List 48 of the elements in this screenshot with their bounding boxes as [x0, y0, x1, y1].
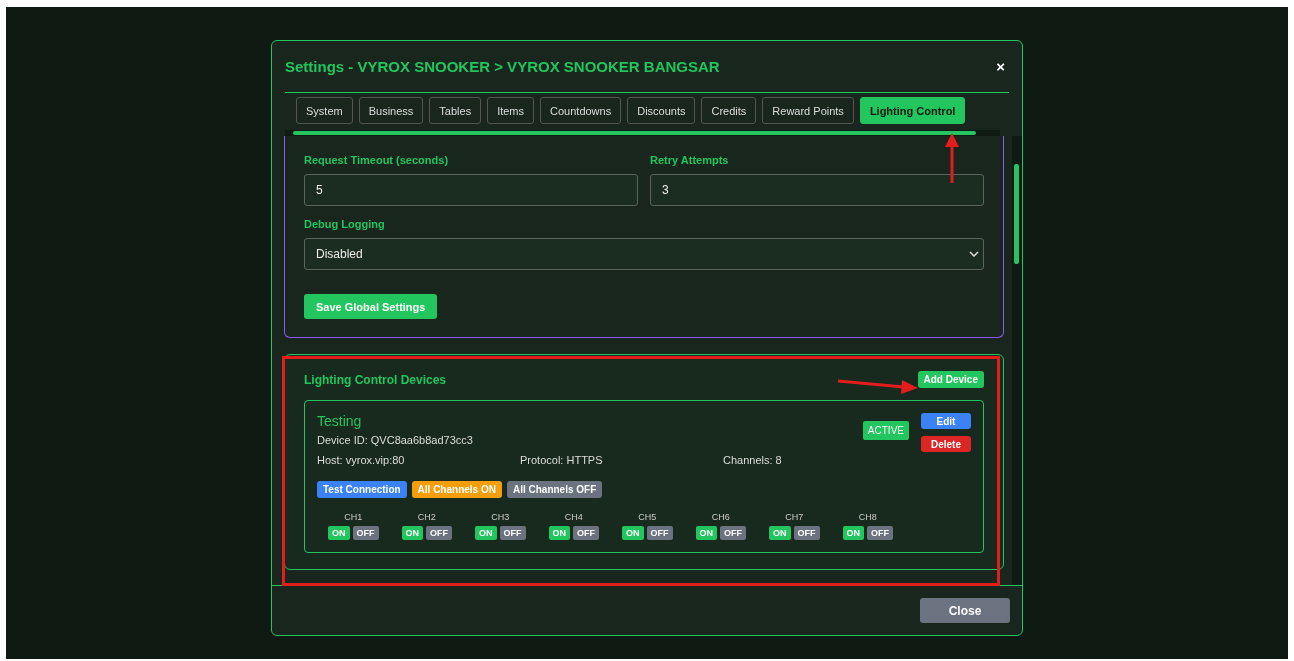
- tab[interactable]: Reward Points: [762, 97, 854, 124]
- channel-label: CH3: [491, 512, 510, 522]
- device-name: Testing: [317, 413, 363, 429]
- delete-button[interactable]: Delete: [921, 436, 971, 452]
- tab[interactable]: Items: [487, 97, 535, 124]
- channel-label: CH1: [344, 512, 363, 522]
- chevron-down-icon: [969, 251, 979, 257]
- field-label: Retry Attempts: [650, 154, 730, 166]
- tab[interactable]: Credits: [701, 97, 757, 124]
- dialog-title: Settings - VYROX SNOOKER > VYROX SNOOKER BANGSAR: [285, 58, 720, 75]
- action-button[interactable]: Test Connection: [317, 481, 407, 498]
- annotation-arrow: [945, 133, 959, 183]
- channel-label: CH5: [638, 512, 657, 522]
- off-button[interactable]: OFF: [646, 526, 673, 540]
- select-field[interactable]: Disabled: [304, 238, 984, 270]
- off-button[interactable]: OFF: [426, 526, 452, 540]
- off-button[interactable]: OFF: [573, 526, 599, 540]
- field-label: Request Timeout (seconds): [304, 154, 450, 166]
- channels-count: Channels: 8: [723, 454, 783, 466]
- channel-label: CH7: [785, 512, 804, 522]
- status-badge: ACTIVE: [862, 421, 909, 440]
- channel-label: CH8: [858, 512, 877, 522]
- edit-button[interactable]: Edit: [921, 413, 971, 429]
- device-id: Device ID: QVC8aa6b8ad73cc3: [317, 434, 473, 446]
- input-field[interactable]: 3: [650, 174, 984, 206]
- tab[interactable]: System: [296, 97, 353, 124]
- action-button[interactable]: All Channels OFF: [506, 481, 603, 498]
- field-label: Debug Logging: [304, 218, 386, 230]
- off-button[interactable]: OFF: [499, 526, 526, 540]
- input-field[interactable]: 5: [304, 174, 638, 206]
- tab[interactable]: Countdowns: [540, 97, 622, 124]
- off-button[interactable]: OFF: [352, 526, 379, 540]
- protocol-text: Protocol: HTTPS: [520, 454, 604, 466]
- channel-label: CH4: [564, 512, 583, 522]
- off-button[interactable]: OFF: [867, 526, 893, 540]
- off-button[interactable]: OFF: [720, 526, 746, 540]
- tab[interactable]: Lighting Control: [859, 97, 966, 124]
- channel-label: CH2: [417, 512, 436, 522]
- horizontal-scrollbar[interactable]: [285, 130, 1000, 136]
- off-button[interactable]: OFF: [793, 526, 820, 540]
- section-title: Lighting Control Devices: [304, 372, 446, 387]
- tab[interactable]: Discounts: [627, 97, 696, 124]
- tab[interactable]: Business: [358, 97, 424, 124]
- tab[interactable]: Tables: [429, 97, 482, 124]
- channel-label: CH6: [711, 512, 730, 522]
- close-button[interactable]: Close: [920, 598, 1010, 623]
- vertical-scrollbar[interactable]: [1012, 136, 1022, 585]
- host-text: Host: vyrox.vip:80: [317, 454, 406, 466]
